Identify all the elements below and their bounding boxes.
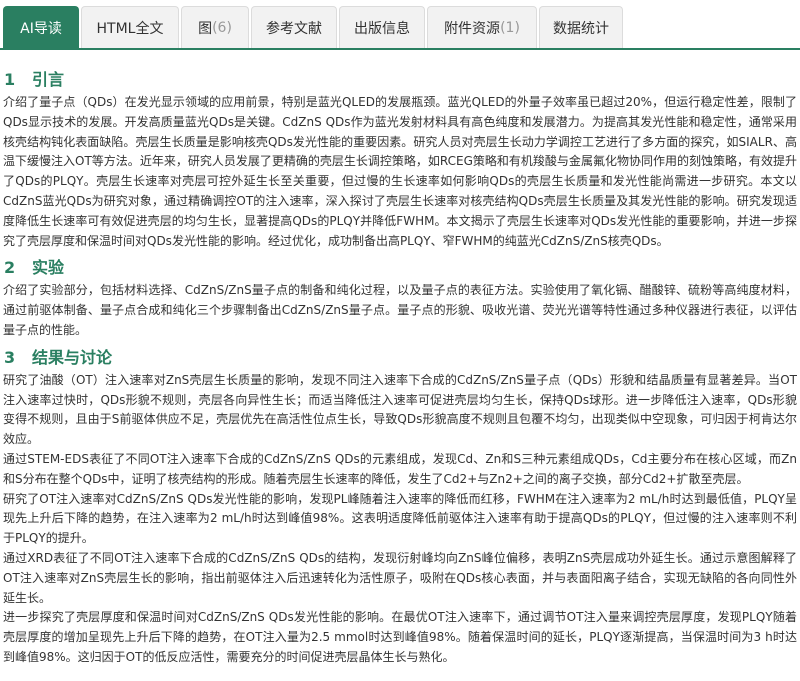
paragraph: 研究了OT注入速率对CdZnS/ZnS QDs发光性能的影响，发现PL峰随着注入…: [3, 491, 797, 546]
paragraph: 研究了油酸（OT）注入速率对ZnS壳层生长质量的影响，发现不同注入速率下合成的C…: [3, 372, 797, 447]
tab-ai-guide[interactable]: AI导读: [3, 6, 79, 48]
section-heading-introduction: 1 引言: [3, 66, 797, 93]
paragraph: 进一步探究了壳层厚度和保温时间对CdZnS/ZnS QDs发光性能的影响。在最优…: [3, 610, 797, 664]
tab-label: 数据统计: [553, 20, 609, 37]
paragraph: 介绍了实验部分，包括材料选择、CdZnS/ZnS量子点的制备和纯化过程，以及量子…: [3, 283, 797, 337]
tab-label: 附件资源: [444, 20, 501, 37]
tab-bar: AI导读 HTML全文 图(6) 参考文献 出版信息 附件资源(1) 数据统计: [0, 0, 800, 50]
section-heading-results: 3 结果与讨论: [3, 344, 797, 371]
section-number: 2: [4, 258, 16, 278]
tab-attachments[interactable]: 附件资源(1): [427, 6, 537, 48]
ai-guide-content: 1 引言 介绍了量子点（QDs）在发光显示领域的应用前景，特别是蓝光QLED的发展…: [3, 66, 797, 668]
tab-count: 6: [217, 19, 227, 36]
tab-html-fulltext[interactable]: HTML全文: [81, 6, 179, 48]
tab-publication-info[interactable]: 出版信息: [339, 6, 425, 48]
paragraph: 通过STEM-EDS表征了不同OT注入速率下合成的CdZnS/ZnS QDs的元…: [3, 451, 797, 486]
tab-references[interactable]: 参考文献: [251, 6, 337, 48]
tab-statistics[interactable]: 数据统计: [539, 6, 623, 48]
section-title: 实验: [32, 258, 65, 278]
tab-figures[interactable]: 图(6): [181, 6, 249, 48]
tab-count: 1: [505, 19, 515, 36]
section-title: 引言: [32, 70, 65, 89]
tab-label: 参考文献: [266, 20, 322, 37]
paragraph: 通过XRD表征了不同OT注入速率下合成的CdZnS/ZnS QDs的结构，发现衍…: [3, 550, 797, 605]
paragraph: 介绍了量子点（QDs）在发光显示领域的应用前景，特别是蓝光QLED的发展瓶颈。蓝…: [3, 95, 797, 248]
tab-label: 图: [198, 20, 213, 37]
section-number: 1: [4, 70, 16, 89]
tab-label: AI导读: [20, 20, 62, 37]
section-number: 3: [4, 347, 16, 367]
section-heading-experiment: 2 实验: [3, 254, 797, 281]
tab-label: 出版信息: [354, 20, 410, 37]
section-title: 结果与讨论: [32, 347, 113, 367]
tab-label: HTML全文: [96, 20, 164, 37]
